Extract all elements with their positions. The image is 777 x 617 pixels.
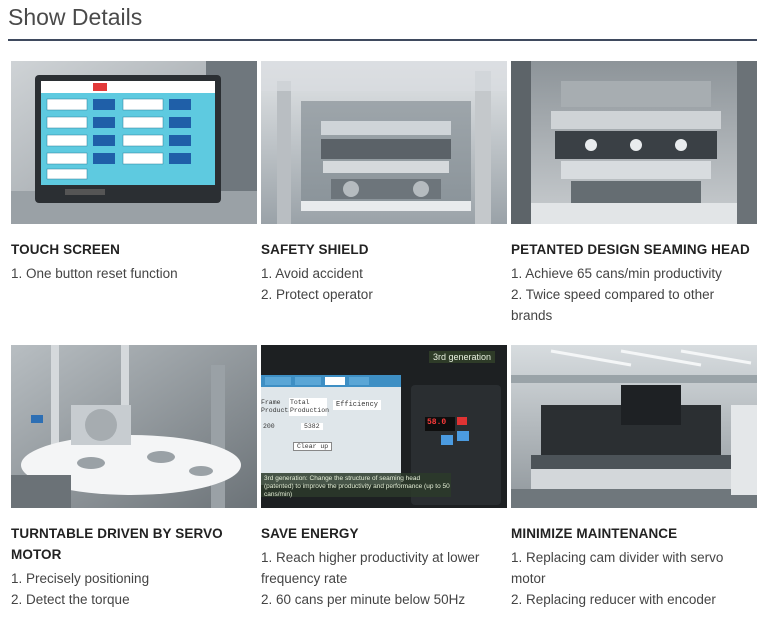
photo-seaming-head	[511, 61, 757, 224]
screen-clear-button: Clear up	[293, 442, 333, 451]
screen-col-efficiency: Efficiency	[333, 400, 382, 410]
title-divider	[8, 39, 757, 41]
screen-col-frame: Frame Production	[261, 399, 301, 414]
feature-item: 2. Replacing reducer with encoder	[511, 592, 716, 607]
feature-item: 1. Avoid accident	[261, 266, 363, 281]
card-turntable: TURNTABLE DRIVEN BY SERVO MOTOR 1. Preci…	[11, 345, 257, 610]
screen-val-frame: 200	[263, 423, 275, 430]
card-title: TURNTABLE DRIVEN BY SERVO MOTOR	[11, 526, 223, 562]
feature-item: 2. 60 cans per minute below 50Hz	[261, 592, 466, 607]
photo-save-energy: 3rd generation Frame Production Total Pr…	[261, 345, 507, 508]
feature-item: 1. One button reset function	[11, 266, 178, 281]
card-title: PETANTED DESIGN SEAMING HEAD	[511, 242, 750, 257]
photo-turntable	[11, 345, 257, 508]
feature-item: 2. Protect operator	[261, 287, 373, 302]
generation-badge: 3rd generation	[429, 351, 496, 363]
feature-list: 1. Avoid accident 2. Protect operator	[261, 263, 507, 305]
card-save-energy: 3rd generation Frame Production Total Pr…	[261, 345, 507, 610]
photo-maintenance	[511, 345, 757, 508]
feature-item: 2. Twice speed compared to other brands	[511, 287, 715, 323]
card-minimize-maintenance: MINIMIZE MAINTENANCE 1. Replacing cam di…	[511, 345, 757, 610]
card-title: SAVE ENERGY	[261, 526, 359, 541]
inverter-display: 58.0	[427, 418, 447, 427]
screen-col-total: Total Production	[289, 398, 330, 416]
photo-caption: 3rd generation: Change the structure of …	[264, 475, 450, 498]
card-touch-screen: TOUCH SCREEN 1. One button reset functio…	[11, 61, 257, 284]
feature-item: 1. Replacing cam divider with servo moto…	[511, 550, 724, 586]
feature-list: 1. One button reset function	[11, 263, 257, 284]
feature-list: 1. Reach higher productivity at lower fr…	[261, 547, 507, 610]
photo-safety-shield	[261, 61, 507, 224]
feature-item: 2. Detect the torque	[11, 592, 130, 607]
feature-list: 1. Precisely positioning 2. Detect the t…	[11, 568, 257, 610]
feature-list: 1. Achieve 65 cans/min productivity 2. T…	[511, 263, 757, 326]
card-title: SAFETY SHIELD	[261, 242, 369, 257]
card-safety-shield: SAFETY SHIELD 1. Avoid accident 2. Prote…	[261, 61, 507, 305]
screen-val-total: 5382	[301, 423, 323, 430]
page-title: Show Details	[8, 4, 143, 30]
feature-item: 1. Precisely positioning	[11, 571, 150, 586]
feature-list: 1. Replacing cam divider with servo moto…	[511, 547, 757, 610]
card-seaming-head: PETANTED DESIGN SEAMING HEAD 1. Achieve …	[511, 61, 757, 326]
feature-item: 1. Achieve 65 cans/min productivity	[511, 266, 722, 281]
photo-touch-screen	[11, 61, 257, 224]
card-title: TOUCH SCREEN	[11, 242, 120, 257]
feature-item: 1. Reach higher productivity at lower fr…	[261, 550, 480, 586]
card-title: MINIMIZE MAINTENANCE	[511, 526, 678, 541]
